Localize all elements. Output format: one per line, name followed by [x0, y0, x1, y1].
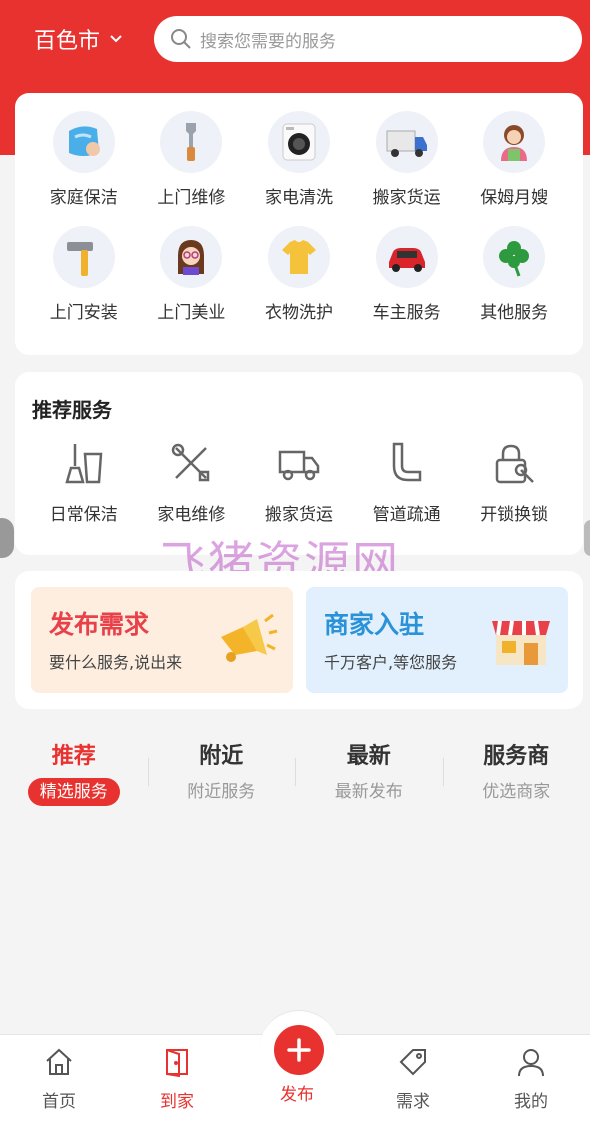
nav-home[interactable]: 首页: [0, 1035, 118, 1129]
tab-subtitle: 最新发布: [334, 782, 403, 802]
tab-latest[interactable]: 最新 最新发布: [295, 730, 443, 810]
nav-to-home[interactable]: 到家: [118, 1035, 236, 1129]
home-icon: [42, 1045, 76, 1079]
lock-wrench-icon: [489, 438, 539, 488]
category-item-cleaning[interactable]: 家庭保洁: [30, 111, 138, 208]
recommend-label: 管道疏通: [372, 505, 441, 525]
beauty-girl-icon: [160, 226, 223, 288]
cleaning-cloth-icon: [52, 111, 115, 173]
pipe-icon: [382, 438, 432, 488]
recommend-label: 搬家货运: [264, 505, 333, 525]
category-item-appliance-wash[interactable]: 家电清洗: [245, 111, 353, 208]
megaphone-icon: [221, 613, 278, 662]
side-drag-handle-left[interactable]: [0, 518, 14, 558]
category-card: 家庭保洁 上门维修 家电清洗 搬家货运 保姆月嫂 上门安装 上门美业 衣物洗护 …: [15, 93, 583, 355]
tab-divider: [295, 758, 296, 786]
category-label: 家电清洗: [264, 188, 333, 208]
door-icon: [160, 1045, 194, 1079]
category-item-car[interactable]: 车主服务: [353, 226, 461, 323]
recommend-item-lock[interactable]: 开锁换锁: [460, 438, 568, 525]
header: 百色市 搜索您需要的服务: [0, 0, 590, 80]
tab-divider: [147, 758, 149, 786]
feed-tabs: 推荐 精选服务 附近 附近服务 最新 最新发布 服务商 优选商家: [0, 730, 590, 810]
washing-machine-icon: [267, 111, 330, 173]
publish-label[interactable]: 发布: [280, 1080, 314, 1105]
category-grid: 家庭保洁 上门维修 家电清洗 搬家货运 保姆月嫂 上门安装 上门美业 衣物洗护 …: [30, 111, 568, 323]
category-item-laundry[interactable]: 衣物洗护: [245, 226, 353, 323]
user-icon: [514, 1045, 548, 1079]
truck-outline-icon: [274, 438, 324, 488]
nav-mine[interactable]: 我的: [472, 1035, 590, 1129]
tab-name: 推荐: [51, 744, 96, 769]
category-label: 上门安装: [49, 303, 118, 323]
search-placeholder: 搜索您需要的服务: [200, 31, 336, 52]
post-demand-title: 发布需求: [49, 610, 150, 639]
category-item-moving[interactable]: 搬家货运: [353, 111, 461, 208]
search-input[interactable]: 搜索您需要的服务: [154, 16, 582, 62]
publish-button[interactable]: [274, 1025, 324, 1075]
category-item-repair[interactable]: 上门维修: [138, 111, 246, 208]
promo-card: 发布需求 要什么服务,说出来 商家入驻 千万客户,等您服务: [15, 571, 583, 709]
nav-label: 到家: [160, 1092, 194, 1112]
nanny-icon: [483, 111, 546, 173]
merchant-join-title: 商家入驻: [324, 610, 425, 639]
tag-icon: [396, 1045, 430, 1079]
tab-subtitle: 附近服务: [187, 782, 256, 802]
nav-demand[interactable]: 需求: [354, 1035, 472, 1129]
nav-label: 我的: [514, 1092, 548, 1112]
recommend-item-daily-cleaning[interactable]: 日常保洁: [30, 438, 138, 525]
tab-name: 附近: [199, 744, 244, 769]
city-selector[interactable]: 百色市: [34, 22, 122, 56]
nav-label: 需求: [396, 1092, 430, 1112]
category-label: 家庭保洁: [49, 188, 118, 208]
post-demand-banner[interactable]: 发布需求 要什么服务,说出来: [31, 587, 293, 693]
category-label: 保姆月嫂: [480, 188, 549, 208]
wrench-icon: [160, 111, 223, 173]
tshirt-icon: [267, 226, 330, 288]
tab-recommend[interactable]: 推荐 精选服务: [0, 730, 148, 810]
tab-providers[interactable]: 服务商 优选商家: [442, 730, 590, 810]
tab-nearby[interactable]: 附近 附近服务: [147, 730, 296, 810]
recommend-item-appliance-repair[interactable]: 家电维修: [138, 438, 246, 525]
post-demand-subtitle: 要什么服务,说出来: [49, 653, 183, 672]
tools-icon: [166, 438, 216, 488]
hammer-icon: [52, 226, 115, 288]
category-item-beauty[interactable]: 上门美业: [138, 226, 246, 323]
category-label: 上门维修: [157, 188, 226, 208]
clover-icon: [483, 226, 546, 288]
tab-divider: [442, 758, 444, 786]
category-item-other[interactable]: 其他服务: [460, 226, 568, 323]
side-drag-handle-right[interactable]: [584, 520, 590, 556]
truck-icon: [375, 111, 438, 173]
recommend-item-pipe[interactable]: 管道疏通: [353, 438, 461, 525]
merchant-join-banner[interactable]: 商家入驻 千万客户,等您服务: [306, 587, 568, 693]
shop-icon: [492, 620, 550, 665]
city-label: 百色市: [34, 29, 101, 54]
search-icon: [171, 29, 191, 49]
category-label: 车主服务: [372, 303, 441, 323]
tab-subtitle: 精选服务: [27, 778, 120, 806]
car-icon: [375, 226, 438, 288]
tab-name: 最新: [346, 744, 391, 769]
merchant-join-subtitle: 千万客户,等您服务: [324, 653, 458, 672]
category-item-install[interactable]: 上门安装: [30, 226, 138, 323]
tab-name: 服务商: [483, 744, 550, 769]
category-label: 上门美业: [157, 303, 226, 323]
recommend-title: 推荐服务: [32, 398, 112, 422]
recommend-grid: 日常保洁 家电维修 搬家货运 管道疏通 开锁换锁: [30, 438, 568, 525]
chevron-down-icon: [110, 35, 122, 43]
recommend-label: 日常保洁: [49, 505, 118, 525]
category-label: 搬家货运: [372, 188, 441, 208]
category-label: 衣物洗护: [264, 303, 333, 323]
tab-subtitle: 优选商家: [482, 782, 551, 802]
recommend-item-moving[interactable]: 搬家货运: [245, 438, 353, 525]
plus-icon: [287, 1038, 311, 1062]
category-item-nanny[interactable]: 保姆月嫂: [460, 111, 568, 208]
recommend-label: 开锁换锁: [480, 505, 549, 525]
broom-bucket-icon: [59, 438, 109, 488]
category-label: 其他服务: [480, 303, 549, 323]
nav-label: 首页: [42, 1092, 76, 1112]
recommend-label: 家电维修: [157, 505, 226, 525]
